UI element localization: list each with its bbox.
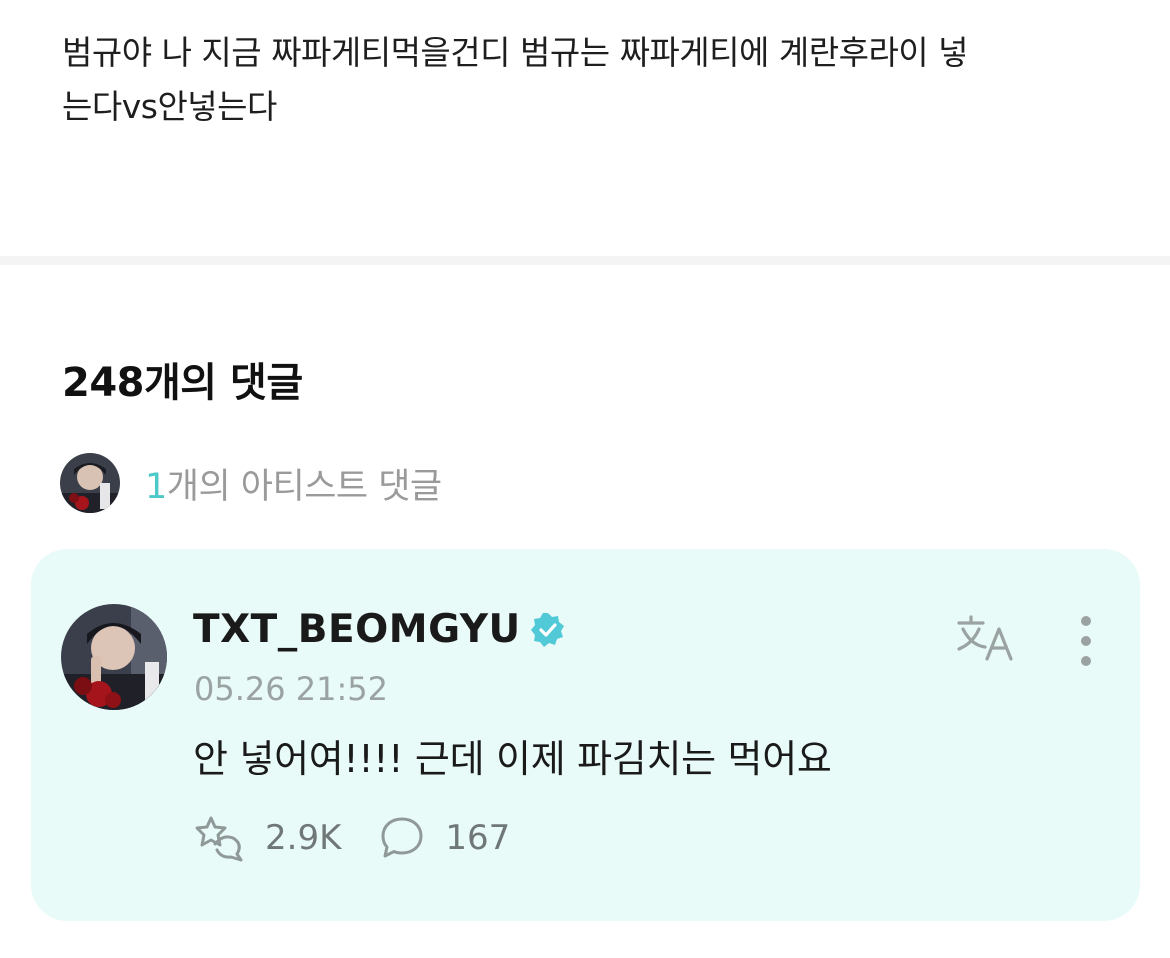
translate-icon (957, 615, 1013, 661)
artist-comments-label-text: 개의 아티스트 댓글 (166, 466, 442, 507)
post-body-line-2: 는다vs안넣는다 (62, 87, 277, 126)
comment-actions: 2.9K 167 (193, 814, 510, 862)
comments-heading: 248개의 댓글 (62, 360, 303, 406)
more-options-button[interactable] (1071, 613, 1101, 669)
artist-comment-card: TXT_BEOMGYU 05.26 21:52 안 넣어여!!!! 근데 이제 … (31, 549, 1140, 921)
post-body-line-1: 범규야 나 지금 짜파게티먹을건디 범규는 짜파게티에 계란후라이 넣 (62, 33, 969, 72)
reply-count: 167 (445, 818, 511, 858)
like-button[interactable]: 2.9K (193, 814, 341, 862)
like-icon (195, 816, 243, 862)
author-name-text: TXT_BEOMGYU (193, 607, 521, 652)
verified-badge-icon (529, 611, 567, 649)
artist-comments-label: 1개의 아티스트 댓글 (145, 458, 442, 509)
reply-button[interactable]: 167 (379, 815, 510, 861)
author-avatar[interactable] (61, 604, 167, 710)
translate-button[interactable] (955, 613, 1017, 665)
comment-timestamp: 05.26 21:52 (194, 670, 388, 708)
section-divider (0, 256, 1170, 265)
reply-bubble-icon (381, 817, 423, 858)
like-count: 2.9K (265, 818, 342, 858)
artist-comments-summary[interactable]: 1개의 아티스트 댓글 (60, 453, 442, 513)
comment-text: 안 넣어여!!!! 근데 이제 파김치는 먹어요 (193, 737, 832, 781)
artist-comments-count: 1 (145, 466, 167, 507)
more-vertical-icon (1081, 616, 1091, 666)
artist-avatar-small (60, 453, 120, 513)
post-body: 범규야 나 지금 짜파게티먹을건디 범규는 짜파게티에 계란후라이 넣 는다vs… (62, 26, 1102, 134)
author-name[interactable]: TXT_BEOMGYU (193, 607, 567, 652)
